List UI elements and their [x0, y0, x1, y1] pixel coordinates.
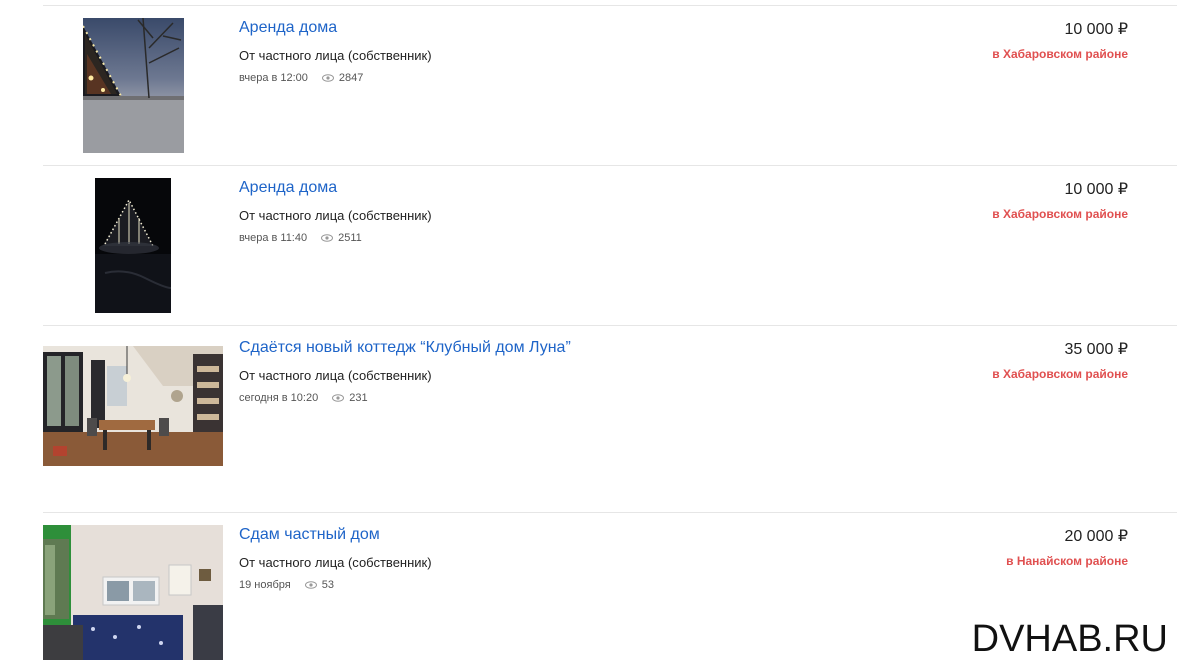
- listing-date: сегодня в 10:20: [239, 392, 319, 404]
- listing-views: 231: [349, 392, 368, 404]
- listing-title[interactable]: Аренда дома: [239, 179, 337, 197]
- listing-views: 53: [321, 579, 334, 591]
- listing-date: вчера в 12:00: [239, 72, 308, 84]
- listing-region: в Хабаровском районе: [992, 367, 1128, 381]
- listing-region: в Хабаровском районе: [992, 47, 1128, 61]
- listing-meta: вчера в 11:40 2511: [239, 232, 362, 244]
- listing-meta: сегодня в 10:20 231: [239, 392, 368, 404]
- listing-seller: От частного лица (собственник): [239, 555, 432, 570]
- listing-seller: От частного лица (собственник): [239, 48, 432, 63]
- listing-seller: От частного лица (собственник): [239, 368, 432, 383]
- listing-price: 10 000 ₽: [1064, 181, 1128, 198]
- listing-title[interactable]: Сдаётся новый коттедж “Клубный дом Луна”: [239, 339, 571, 357]
- listing-photo[interactable]: [95, 178, 171, 313]
- listing-meta: 19 ноября 53: [239, 579, 334, 591]
- site-watermark: DVHAB.RU: [971, 618, 1168, 660]
- listing-region: в Хабаровском районе: [992, 207, 1128, 221]
- listing-photo[interactable]: [43, 346, 223, 466]
- interior-photo: [43, 346, 223, 466]
- eye-icon: [304, 581, 317, 589]
- listing-item: Аренда дома От частного лица (собственни…: [43, 5, 1177, 166]
- house-photo: [82, 18, 184, 153]
- eye-icon: [321, 234, 334, 242]
- listing-views: 2847: [338, 72, 364, 84]
- listing-item: Сдаётся новый коттедж “Клубный дом Луна”…: [43, 325, 1177, 513]
- eye-icon: [332, 394, 345, 402]
- listing-seller: От частного лица (собственник): [239, 208, 432, 223]
- listing-price: 20 000 ₽: [1064, 528, 1128, 545]
- listing-title[interactable]: Аренда дома: [239, 19, 337, 37]
- listing-photo[interactable]: [43, 525, 223, 660]
- listing-region: в Нанайском районе: [1006, 554, 1128, 568]
- eye-icon: [321, 74, 334, 82]
- bedroom-photo: [43, 525, 223, 660]
- listing-views: 2511: [338, 232, 362, 244]
- listing-photo[interactable]: [82, 18, 184, 153]
- house-photo: [95, 198, 171, 313]
- listing-date: 19 ноября: [239, 579, 291, 591]
- listing-date: вчера в 11:40: [239, 232, 308, 244]
- listing-price: 10 000 ₽: [1064, 21, 1128, 38]
- listing-item: Аренда дома От частного лица (собственни…: [43, 165, 1177, 326]
- listing-title[interactable]: Сдам частный дом: [239, 526, 380, 544]
- listing-meta: вчера в 12:00 2847: [239, 72, 363, 84]
- listing-price: 35 000 ₽: [1064, 341, 1128, 358]
